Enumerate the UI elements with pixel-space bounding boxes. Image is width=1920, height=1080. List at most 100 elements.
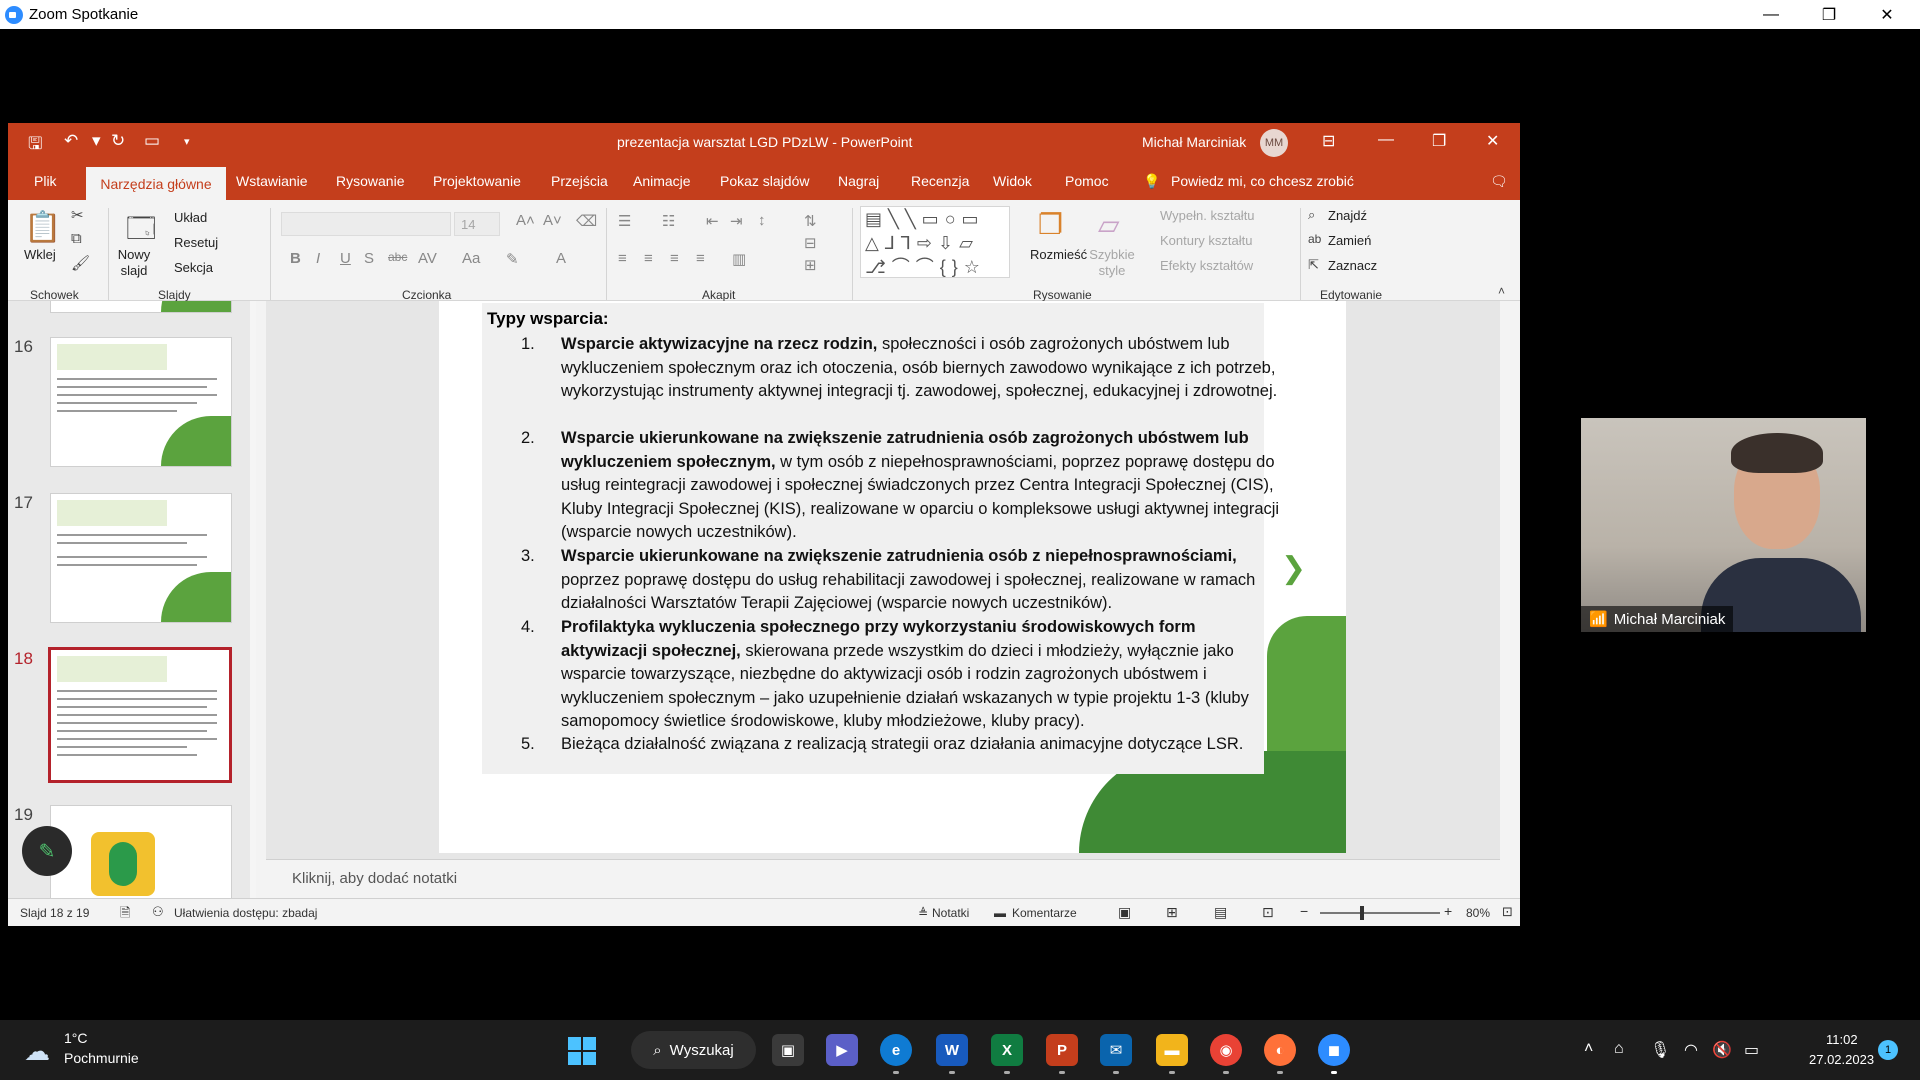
participant-video[interactable]: 📶 Michał Marciniak [1581, 418, 1866, 632]
tab-slideshow[interactable]: Pokaz slajdów [720, 173, 810, 189]
notes-placeholder[interactable]: Kliknij, aby dodać notatki [292, 870, 457, 887]
align-center-icon[interactable]: ≡ [644, 250, 653, 267]
teams-chat-icon[interactable]: ▶ [826, 1034, 858, 1066]
slide-thumbnail-16[interactable] [50, 337, 232, 467]
tell-me-search[interactable]: Powiedz mi, co chcesz zrobić [1171, 173, 1354, 189]
notes-icon[interactable]: ≜ [918, 906, 928, 920]
replace-icon[interactable]: ab [1308, 232, 1321, 246]
wifi-icon[interactable]: ◠ [1684, 1040, 1698, 1060]
fit-to-window-icon[interactable]: ⊡ [1502, 904, 1513, 920]
zoom-level[interactable]: 80% [1466, 906, 1490, 920]
zoom-out-icon[interactable]: − [1300, 903, 1308, 919]
find-button[interactable]: Znajdź [1328, 208, 1367, 223]
clock-date[interactable]: 27.02.2023 [1809, 1052, 1874, 1067]
file-explorer-icon[interactable]: ▬ [1156, 1034, 1188, 1066]
microphone-icon[interactable]: 🎙 [1650, 1040, 1670, 1060]
font-size-input[interactable]: 14 [454, 212, 500, 236]
tab-insert[interactable]: Wstawianie [236, 173, 308, 189]
columns-icon[interactable]: ▥ [732, 250, 746, 268]
select-icon[interactable]: ⇱ [1308, 257, 1319, 273]
ppt-restore-button[interactable]: ❐ [1432, 131, 1446, 151]
firefox-icon[interactable]: ◐ [1264, 1034, 1296, 1066]
align-text-icon[interactable]: ⊟ [804, 234, 817, 252]
shape-outline-button[interactable]: Kontury kształtu [1160, 233, 1253, 248]
quick-styles-icon[interactable]: ▱ [1098, 208, 1120, 241]
show-hidden-icons-icon[interactable]: ˄ [1584, 1040, 1593, 1058]
shape-effects-button[interactable]: Efekty kształtów [1160, 258, 1253, 273]
format-painter-icon[interactable]: 🖌 [71, 254, 90, 272]
outlook-icon[interactable]: ✉ [1100, 1034, 1132, 1066]
bullets-icon[interactable]: ☰ [618, 212, 631, 230]
comments-icon[interactable]: 🗨 [1490, 173, 1508, 190]
tab-design[interactable]: Projektowanie [433, 173, 521, 189]
slide-thumbnail-17[interactable] [50, 493, 232, 623]
notification-badge[interactable]: 1 [1878, 1040, 1898, 1060]
ribbon-display-options-icon[interactable]: ⊟ [1322, 131, 1335, 151]
line-spacing-icon[interactable]: ↕ [758, 212, 766, 229]
tab-file[interactable]: Plik [34, 173, 57, 189]
notes-pane[interactable]: Kliknij, aby dodać notatki [266, 859, 1500, 898]
numbering-icon[interactable]: ☷ [662, 212, 675, 230]
notes-button[interactable]: Notatki [932, 906, 969, 920]
zoom-in-icon[interactable]: + [1444, 903, 1452, 919]
accessibility-icon[interactable]: ⚇ [152, 904, 164, 920]
taskbar-search-button[interactable]: ⌕ Wyszukaj [631, 1031, 756, 1069]
edge-browser-icon[interactable]: e [880, 1034, 912, 1066]
tab-transitions[interactable]: Przejścia [551, 173, 608, 189]
shape-fill-button[interactable]: Wypełn. kształtu [1160, 208, 1255, 223]
comments-button[interactable]: Komentarze [1012, 906, 1077, 920]
normal-view-icon[interactable]: ▣ [1118, 904, 1131, 921]
spellcheck-icon[interactable]: 🗎 [120, 904, 130, 926]
layout-button[interactable]: Układ [174, 210, 207, 225]
align-right-icon[interactable]: ≡ [670, 250, 679, 267]
replace-button[interactable]: Zamień [1328, 233, 1371, 248]
weather-description[interactable]: Pochmurnie [64, 1050, 139, 1066]
zoom-app-icon[interactable]: ◼ [1318, 1034, 1350, 1066]
ppt-minimize-button[interactable]: — [1378, 131, 1394, 149]
text-direction-icon[interactable]: ⇅ [804, 212, 817, 230]
font-color-icon[interactable]: A [556, 250, 566, 267]
word-icon[interactable]: W [936, 1034, 968, 1066]
zoom-minimize-button[interactable]: — [1742, 0, 1800, 29]
new-slide-button[interactable]: Nowy slajd [112, 247, 156, 279]
undo-icon[interactable]: ↶ [64, 131, 78, 151]
powerpoint-icon[interactable]: P [1046, 1034, 1078, 1066]
weather-temperature[interactable]: 1°C [64, 1030, 88, 1046]
smartart-icon[interactable]: ⊞ [804, 256, 817, 274]
arrange-icon[interactable]: ❐ [1038, 208, 1063, 241]
cut-icon[interactable]: ✂ [71, 206, 84, 224]
battery-icon[interactable]: ▭ [1744, 1040, 1759, 1060]
accessibility-button[interactable]: Ułatwienia dostępu: zbadaj [174, 906, 317, 920]
decrease-font-icon[interactable]: A˅ [543, 212, 562, 229]
save-icon[interactable]: 🖫 [28, 131, 42, 160]
underline-icon[interactable]: U [340, 250, 351, 267]
reading-view-icon[interactable]: ▤ [1214, 904, 1227, 921]
tab-help[interactable]: Pomoc [1065, 173, 1109, 189]
user-name[interactable]: Michał Marciniak [1142, 134, 1246, 150]
paste-icon[interactable]: 📋 [24, 210, 61, 245]
bold-icon[interactable]: B [290, 250, 301, 267]
char-spacing-icon[interactable]: AV [418, 250, 437, 267]
tab-animations[interactable]: Animacje [633, 173, 691, 189]
customize-qat-icon[interactable]: ▾ [184, 135, 190, 148]
slideshow-view-icon[interactable]: ⊡ [1262, 904, 1274, 921]
redo-icon[interactable]: ↻ [111, 131, 125, 151]
shapes-gallery[interactable]: ▤╲╲▭○▭ △⅃⅂⇨⇩▱ ⎇⌒⌒{}☆ [860, 206, 1010, 278]
strikethrough-icon[interactable]: abc [388, 250, 407, 264]
find-icon[interactable]: ⌕ [1308, 207, 1315, 223]
comments-icon[interactable]: ▬ [994, 906, 1006, 920]
align-left-icon[interactable]: ≡ [618, 250, 627, 267]
increase-font-icon[interactable]: A˄ [516, 212, 535, 229]
select-button[interactable]: Zaznacz [1328, 258, 1377, 273]
arrange-button[interactable]: Rozmieść [1030, 247, 1087, 262]
user-avatar[interactable]: MM [1260, 129, 1288, 157]
reset-button[interactable]: Resetuj [174, 235, 218, 250]
task-view-icon[interactable]: ▣ [772, 1034, 804, 1066]
tab-view[interactable]: Widok [993, 173, 1032, 189]
paste-button[interactable]: Wklej [24, 247, 56, 262]
quick-styles-button[interactable]: Szybkie style [1088, 247, 1136, 279]
excel-icon[interactable]: X [991, 1034, 1023, 1066]
tab-draw[interactable]: Rysowanie [336, 173, 404, 189]
undo-dropdown-icon[interactable]: ▾ [92, 131, 101, 151]
clear-formatting-icon[interactable]: ⌫ [576, 212, 597, 230]
